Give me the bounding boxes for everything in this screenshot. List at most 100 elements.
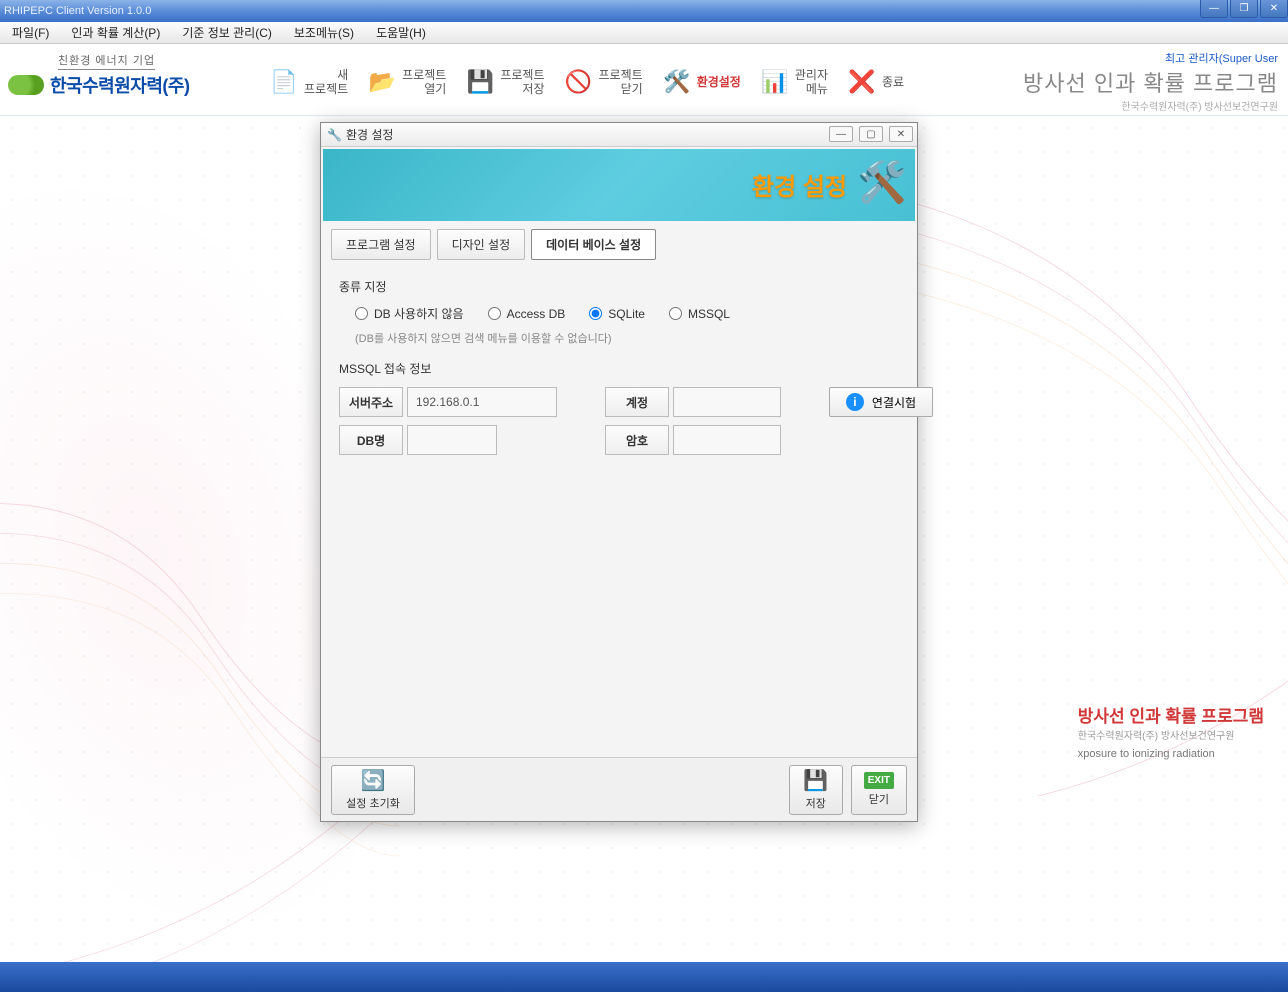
group-title-type: 종류 지정 [339, 278, 899, 295]
tab-design-settings[interactable]: 디자인 설정 [437, 229, 526, 260]
menu-bar: 파일(F) 인과 확률 계산(P) 기준 정보 관리(C) 보조메뉴(S) 도움… [0, 22, 1288, 44]
toolbar-close-project-label: 프로젝트 닫기 [599, 68, 643, 97]
window-title: RHIPEPC Client Version 1.0.0 [4, 5, 151, 17]
toolbar-close-project[interactable]: 🚫 프로젝트 닫기 [555, 62, 651, 102]
radio-db-access-input[interactable] [488, 307, 501, 320]
company-logo: 친환경 에너지 기업 한국수력원자력(주) [8, 52, 189, 98]
exit-icon: ❌ [846, 66, 878, 98]
tab-program-settings[interactable]: 프로그램 설정 [331, 229, 431, 260]
toolbar-save-project-label: 프로젝트 저장 [500, 68, 544, 97]
dialog-banner-title: 환경 설정 [752, 167, 847, 202]
radio-db-sqlite-input[interactable] [589, 307, 602, 320]
dialog-title: 환경 설정 [346, 126, 394, 143]
window-close-button[interactable]: ✕ [1260, 0, 1288, 18]
save-project-icon: 💾 [464, 66, 496, 98]
reset-settings-label: 설정 초기화 [346, 795, 400, 811]
app-subtitle: 한국수력원자력(주) 방사선보건연구원 [1023, 98, 1278, 113]
logo-tagline: 친환경 에너지 기업 [58, 52, 155, 70]
reset-settings-button[interactable]: 🔄 설정 초기화 [331, 765, 415, 815]
radio-db-none[interactable]: DB 사용하지 않음 [355, 305, 464, 322]
dialog-titlebar[interactable]: 🔧 환경 설정 — ▢ ✕ [321, 123, 917, 147]
toolbar-save-project[interactable]: 💾 프로젝트 저장 [456, 62, 552, 102]
main-toolbar: 📄 새 프로젝트 📂 프로젝트 열기 💾 프로젝트 저장 🚫 프로젝트 닫기 🛠… [260, 62, 912, 102]
radio-db-none-input[interactable] [355, 307, 368, 320]
taskbar[interactable] [0, 962, 1288, 992]
toolbar-env-settings-label: 환경설정 [697, 75, 741, 89]
radio-db-mssql-label: MSSQL [688, 307, 730, 321]
dialog-maximize-button[interactable]: ▢ [859, 126, 883, 142]
group-title-mssql: MSSQL 접속 정보 [339, 360, 899, 377]
exit-icon: EXIT [864, 772, 894, 789]
menu-calc[interactable]: 인과 확률 계산(P) [65, 22, 166, 43]
app-title: 방사선 인과 확률 프로그램 [1023, 66, 1278, 98]
tab-database-settings[interactable]: 데이터 베이스 설정 [531, 229, 656, 260]
close-dialog-button[interactable]: EXIT 닫기 [851, 765, 907, 815]
admin-icon: 📊 [759, 66, 791, 98]
save-button[interactable]: 💾 저장 [789, 765, 843, 815]
radio-db-access-label: Access DB [507, 307, 566, 321]
current-user-label: 최고 관리자(Super User [1023, 50, 1278, 66]
toolbar-admin-menu[interactable]: 📊 관리자 메뉴 [751, 62, 836, 102]
db-hint-text: (DB를 사용하지 않으면 검색 메뉴를 이용할 수 없습니다) [355, 330, 899, 346]
radio-db-none-label: DB 사용하지 않음 [374, 305, 464, 322]
dialog-footer: 🔄 설정 초기화 💾 저장 EXIT 닫기 [321, 757, 917, 821]
dialog-body: 종류 지정 DB 사용하지 않음 Access DB SQLite MSSQL … [321, 260, 917, 467]
radio-db-sqlite[interactable]: SQLite [589, 305, 645, 322]
input-password[interactable] [673, 425, 781, 455]
label-account: 계정 [605, 387, 669, 417]
save-label: 저장 [806, 795, 826, 811]
toolbar-exit[interactable]: ❌ 종료 [838, 62, 912, 102]
window-minimize-button[interactable]: — [1200, 0, 1228, 18]
label-password: 암호 [605, 425, 669, 455]
settings-dialog: 🔧 환경 설정 — ▢ ✕ 환경 설정 🛠️ 프로그램 설정 디자인 설정 데이… [320, 122, 918, 822]
dialog-banner: 환경 설정 🛠️ [323, 149, 915, 221]
toolbar-env-settings[interactable]: 🛠️ 환경설정 [653, 62, 749, 102]
db-type-radio-group: DB 사용하지 않음 Access DB SQLite MSSQL [355, 305, 899, 322]
label-dbname: DB명 [339, 425, 403, 455]
label-server: 서버주소 [339, 387, 403, 417]
test-connection-button[interactable]: i 연결시험 [829, 387, 933, 417]
settings-icon: 🛠️ [661, 66, 693, 98]
dialog-close-button[interactable]: ✕ [889, 126, 913, 142]
input-server[interactable] [407, 387, 557, 417]
toolbar-open-project[interactable]: 📂 프로젝트 열기 [358, 62, 454, 102]
dialog-banner-tools-icon: 🛠️ [857, 159, 907, 206]
toolbar-admin-menu-label: 관리자 메뉴 [795, 68, 828, 97]
header-region: 친환경 에너지 기업 한국수력원자력(주) 📄 새 프로젝트 📂 프로젝트 열기… [0, 44, 1288, 116]
toolbar-exit-label: 종료 [882, 75, 904, 89]
info-icon: i [846, 393, 864, 411]
open-project-icon: 📂 [366, 66, 398, 98]
mssql-form: 서버주소 계정 i 연결시험 DB명 암호 [339, 387, 899, 455]
close-project-icon: 🚫 [563, 66, 595, 98]
input-account[interactable] [673, 387, 781, 417]
close-dialog-label: 닫기 [869, 791, 889, 807]
side-program-badge: 방사선 인과 확률 프로그램 한국수력원자력(주) 방사선보건연구원 xposu… [1078, 702, 1264, 760]
dialog-wrench-icon: 🔧 [327, 128, 342, 142]
input-dbname[interactable] [407, 425, 497, 455]
refresh-icon: 🔄 [361, 768, 386, 793]
header-right: 최고 관리자(Super User 방사선 인과 확률 프로그램 한국수력원자력… [1023, 50, 1278, 113]
toolbar-new-project[interactable]: 📄 새 프로젝트 [260, 62, 356, 102]
save-icon: 💾 [803, 768, 828, 793]
side-badge-subtitle: 한국수력원자력(주) 방사선보건연구원 [1078, 727, 1264, 742]
menu-aux[interactable]: 보조메뉴(S) [288, 22, 360, 43]
dialog-minimize-button[interactable]: — [829, 126, 853, 142]
dialog-tabs: 프로그램 설정 디자인 설정 데이터 베이스 설정 [321, 223, 917, 260]
test-connection-label: 연결시험 [872, 394, 916, 411]
window-maximize-button[interactable]: ❐ [1230, 0, 1258, 18]
toolbar-open-project-label: 프로젝트 열기 [402, 68, 446, 97]
menu-file[interactable]: 파일(F) [6, 22, 55, 43]
toolbar-new-project-label: 새 프로젝트 [304, 68, 348, 97]
logo-mark-icon [8, 75, 44, 95]
radio-db-mssql[interactable]: MSSQL [669, 305, 730, 322]
menu-help[interactable]: 도움말(H) [370, 22, 432, 43]
side-badge-tag: xposure to ionizing radiation [1078, 748, 1264, 760]
radio-db-access[interactable]: Access DB [488, 305, 566, 322]
radio-db-mssql-input[interactable] [669, 307, 682, 320]
side-badge-title: 방사선 인과 확률 프로그램 [1078, 702, 1264, 727]
new-project-icon: 📄 [268, 66, 300, 98]
menu-base[interactable]: 기준 정보 관리(C) [176, 22, 278, 43]
logo-company-name: 한국수력원자력(주) [50, 72, 189, 98]
window-titlebar: RHIPEPC Client Version 1.0.0 — ❐ ✕ [0, 0, 1288, 22]
radio-db-sqlite-label: SQLite [608, 307, 645, 321]
